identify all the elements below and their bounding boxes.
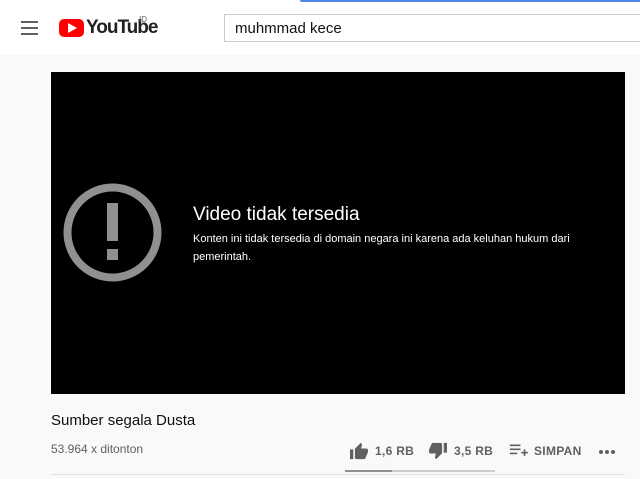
country-code: ID [139, 15, 147, 24]
youtube-play-icon [59, 19, 84, 37]
divider [51, 474, 625, 475]
thumbs-down-icon [429, 442, 447, 460]
masthead: YouTube ID muhmmad kece [0, 0, 640, 55]
more-actions-button[interactable] [598, 445, 616, 459]
dislike-button[interactable]: 3,5 RB [428, 440, 493, 462]
sentiment-bar [345, 470, 495, 472]
sentiment-bar-like-fill [345, 470, 392, 472]
error-exclamation-icon [63, 183, 162, 282]
video-player[interactable]: Video tidak tersedia Konten ini tidak te… [51, 72, 625, 394]
like-count: 1,6 RB [375, 444, 415, 458]
error-message: Konten ini tidak tersedia di domain nega… [193, 233, 570, 263]
hamburger-menu-icon[interactable] [21, 21, 38, 35]
browser-accent-line [300, 0, 640, 2]
search-input-value: muhmmad kece [235, 19, 342, 37]
thumbs-up-icon [350, 442, 368, 460]
save-label: SIMPAN [534, 444, 582, 458]
more-horiz-icon [599, 450, 615, 454]
dislike-count: 3,5 RB [454, 444, 494, 458]
like-button[interactable]: 1,6 RB [349, 440, 414, 462]
playlist-add-icon [509, 444, 528, 456]
video-title: Sumber segala Dusta [51, 412, 196, 429]
search-input[interactable]: muhmmad kece [224, 14, 640, 42]
save-button[interactable]: SIMPAN [508, 440, 582, 462]
view-count: 53.964 x ditonton [51, 442, 144, 456]
error-title: Video tidak tersedia [193, 204, 360, 225]
